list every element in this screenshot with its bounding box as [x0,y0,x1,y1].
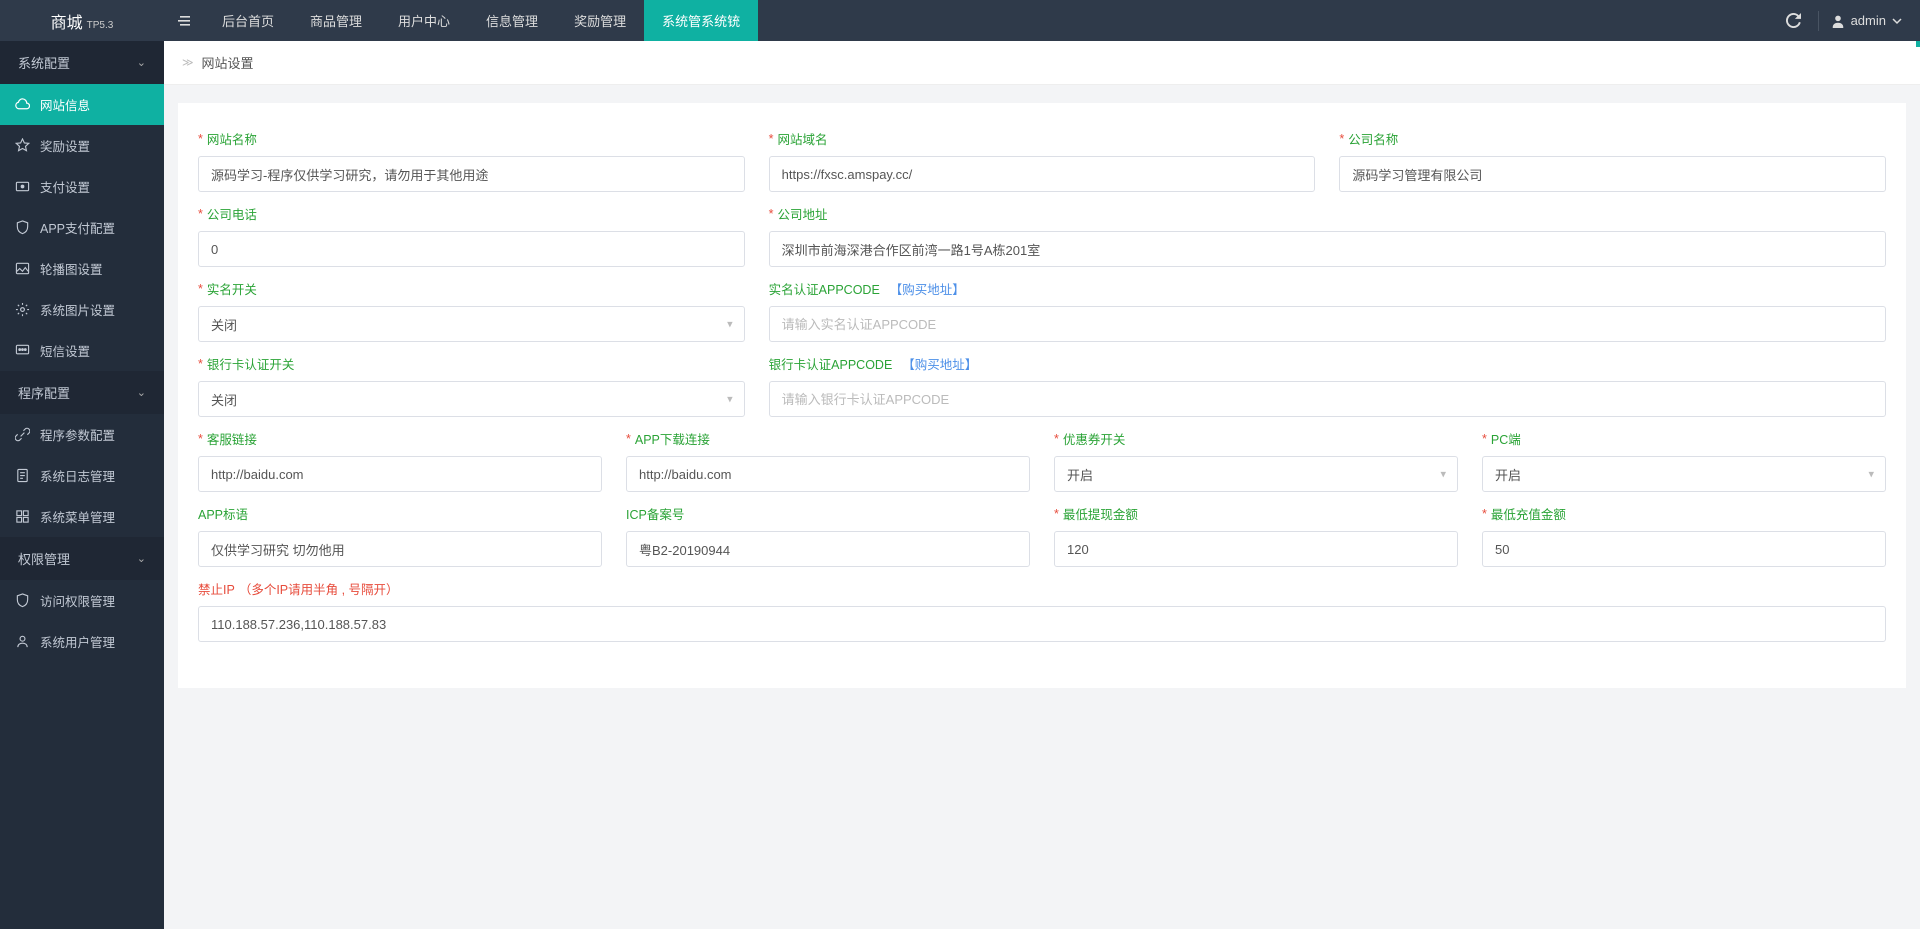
star-icon [14,138,30,154]
field-site-domain: *网站域名 [757,123,1328,198]
company-tel-input[interactable] [198,231,745,267]
scrollbar-indicator [1916,41,1920,47]
cloud-icon [14,97,30,113]
realname-switch-select[interactable] [198,306,745,342]
site-domain-input[interactable] [769,156,1316,192]
sidebar-group-system[interactable]: 系统配置 ⌄ [0,41,164,84]
ban-ip-input[interactable] [198,606,1886,642]
menu-icon [14,509,30,525]
sidebar-item-params[interactable]: 程序参数配置 [0,414,164,455]
field-min-withdraw: *最低提现金额 [1042,498,1470,573]
coupon-switch-select[interactable] [1054,456,1458,492]
field-realname-switch: *实名开关 ▾ [186,273,757,348]
field-pc-switch: *PC端 ▾ [1470,423,1898,498]
sidebar-item-logs[interactable]: 系统日志管理 [0,455,164,496]
user-icon [1831,14,1845,28]
gear-icon [14,302,30,318]
chevron-down-icon [1892,16,1902,26]
breadcrumb: ≫ 网站设置 [164,41,1920,85]
site-name-input[interactable] [198,156,745,192]
pc-switch-select[interactable] [1482,456,1886,492]
bankcard-buy-link[interactable]: 【购买地址】 [902,354,977,373]
sidebar-item-site-info[interactable]: 网站信息 [0,84,164,125]
nav-item-info[interactable]: 信息管理 [468,0,556,41]
icp-input[interactable] [626,531,1030,567]
bankcard-switch-select[interactable] [198,381,745,417]
bankcard-appcode-input[interactable] [769,381,1886,417]
field-icp: ICP备案号 [614,498,1042,573]
app-dl-link-input[interactable] [626,456,1030,492]
brand-version: TP5.3 [87,20,114,31]
field-bankcard-appcode: 银行卡认证APPCODE【购买地址】 [757,348,1898,423]
field-cs-link: *客服链接 [186,423,614,498]
sidebar-group-program[interactable]: 程序配置 ⌄ [0,371,164,414]
top-header: 商城 TP5.3 后台首页 商品管理 用户中心 信息管理 奖励管理 系统管系统铳… [0,0,1920,41]
field-min-topup: *最低充值金额 [1470,498,1898,573]
field-app-slogan: APP标语 [186,498,614,573]
top-nav: 后台首页 商品管理 用户中心 信息管理 奖励管理 系统管系统铳 [204,0,758,41]
hamburger-icon [176,13,192,29]
main-content: ≫ 网站设置 *网站名称 *网站域名 *公司名称 [164,41,1920,929]
chevron-down-icon: ⌄ [137,552,146,565]
brand: 商城 TP5.3 [0,9,164,33]
field-site-name: *网站名称 [186,123,757,198]
sidebar-item-sysuser[interactable]: 系统用户管理 [0,621,164,662]
nav-item-goods[interactable]: 商品管理 [292,0,380,41]
field-ban-ip: 禁止IP（多个IP请用半角 , 号隔开） [186,573,1898,648]
field-company-tel: *公司电话 [186,198,757,273]
realname-buy-link[interactable]: 【购买地址】 [890,279,965,298]
image-icon [14,261,30,277]
company-name-input[interactable] [1339,156,1886,192]
breadcrumb-title: 网站设置 [202,53,254,72]
nav-item-system[interactable]: 系统管系统铳 [644,0,758,41]
field-app-dl-link: *APP下载连接 [614,423,1042,498]
brand-name: 商城 [51,9,83,33]
app-slogan-input[interactable] [198,531,602,567]
nav-item-home[interactable]: 后台首页 [204,0,292,41]
card-icon [14,179,30,195]
field-company-addr: *公司地址 [757,198,1898,273]
shield-icon [14,220,30,236]
sidebar-item-pay[interactable]: 支付设置 [0,166,164,207]
field-bankcard-switch: *银行卡认证开关 ▾ [186,348,757,423]
chevron-down-icon: ⌄ [137,386,146,399]
sidebar-item-reward[interactable]: 奖励设置 [0,125,164,166]
realname-appcode-input[interactable] [769,306,1886,342]
settings-form: *网站名称 *网站域名 *公司名称 *公司电话 *公司地址 [178,103,1906,688]
user-icon [14,634,30,650]
min-topup-input[interactable] [1482,531,1886,567]
nav-item-reward[interactable]: 奖励管理 [556,0,644,41]
doc-icon [14,468,30,484]
link-icon [14,427,30,443]
field-realname-appcode: 实名认证APPCODE【购买地址】 [757,273,1898,348]
field-coupon-switch: *优惠券开关 ▾ [1042,423,1470,498]
sms-icon [14,343,30,359]
sidebar-item-menus[interactable]: 系统菜单管理 [0,496,164,537]
sidebar: 系统配置 ⌄ 网站信息 奖励设置 支付设置 APP支付配置 轮播图设置 系统图片… [0,41,164,929]
min-withdraw-input[interactable] [1054,531,1458,567]
sidebar-item-app-pay[interactable]: APP支付配置 [0,207,164,248]
nav-item-user[interactable]: 用户中心 [380,0,468,41]
sidebar-item-sys-image[interactable]: 系统图片设置 [0,289,164,330]
refresh-icon [1786,13,1801,28]
shield-icon [14,593,30,609]
sidebar-item-access[interactable]: 访问权限管理 [0,580,164,621]
sidebar-item-carousel[interactable]: 轮播图设置 [0,248,164,289]
sidebar-item-sms[interactable]: 短信设置 [0,330,164,371]
cs-link-input[interactable] [198,456,602,492]
user-menu[interactable]: admin [1823,13,1920,28]
user-name: admin [1851,13,1886,28]
sidebar-collapse-button[interactable] [164,13,204,29]
sidebar-group-perm[interactable]: 权限管理 ⌄ [0,537,164,580]
chevron-down-icon: ⌄ [137,56,146,69]
refresh-button[interactable] [1774,13,1814,28]
breadcrumb-arrow-icon: ≫ [182,56,194,69]
field-company-name: *公司名称 [1327,123,1898,198]
company-addr-input[interactable] [769,231,1886,267]
